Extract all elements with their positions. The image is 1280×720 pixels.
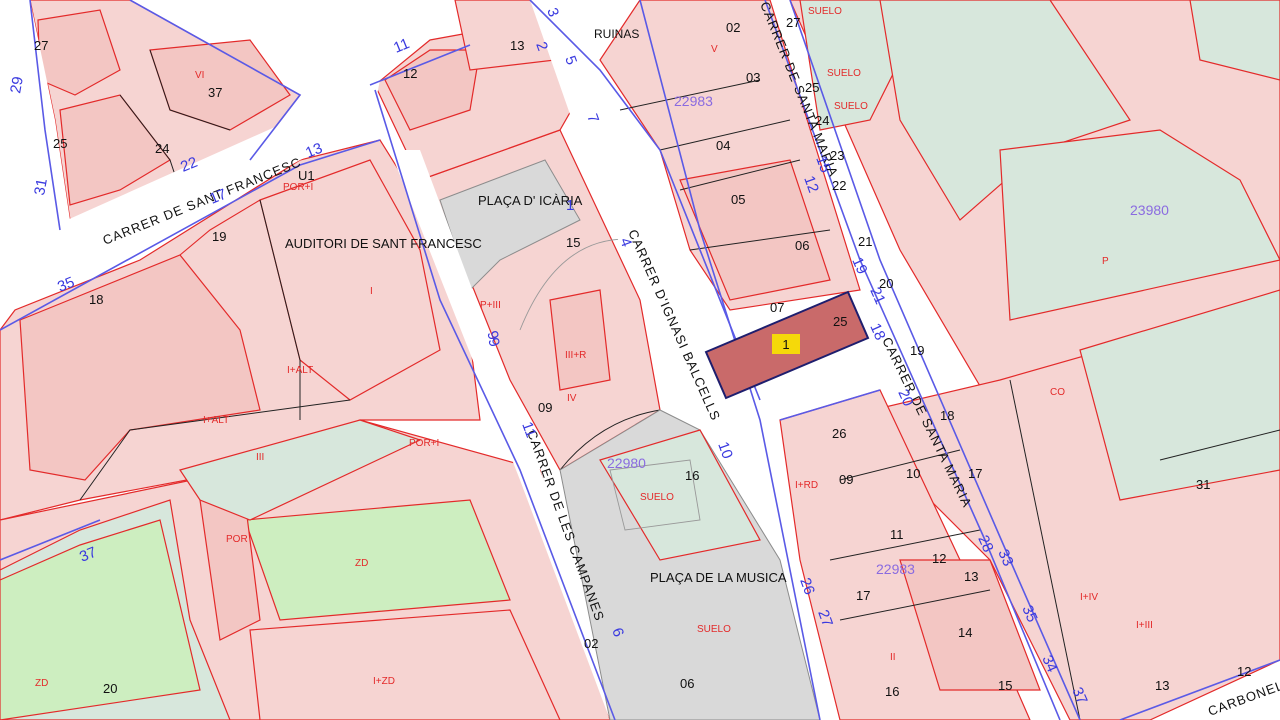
zoning-label: I+ALT [203, 415, 229, 426]
parcel-number: 23 [830, 148, 844, 163]
parcel-number: 06 [795, 238, 809, 253]
parcel-number: 19 [212, 229, 226, 244]
parcel-marker-label: 1 [782, 337, 789, 352]
parcel-number: 02 [584, 636, 598, 651]
zoning-label: CO [1050, 387, 1065, 398]
parcel-number: 19 [910, 343, 924, 358]
block-code: 23980 [1130, 202, 1169, 218]
parcel-number: 27 [34, 38, 48, 53]
zoning-label: P+III [480, 300, 501, 311]
zoning-label: SUELO [808, 6, 842, 17]
parcel-number: 03 [746, 70, 760, 85]
zoning-label: POR+I [409, 438, 439, 449]
parcel-small[interactable] [549, 289, 611, 391]
parcel-number: 15 [998, 678, 1012, 693]
parcel-number: 24 [815, 113, 829, 128]
zoning-label: I+III [1136, 620, 1153, 631]
place-label-placa-musica: PLAÇA DE LA MUSICA [650, 570, 787, 585]
zoning-label: I+ZD [373, 676, 395, 687]
parcel-number: 11 [890, 527, 904, 542]
parcel-number: 25 [833, 314, 847, 329]
parcel-number: 16 [885, 684, 899, 699]
parcel-number: 07 [770, 300, 784, 315]
zoning-label: I+ALT [287, 365, 313, 376]
parcel-number: 25 [53, 136, 67, 151]
parcel-i-zd[interactable] [249, 609, 561, 720]
zoning-label: III [256, 452, 264, 463]
parcel-number: 09 [839, 472, 853, 487]
place-label-auditori: AUDITORI DE SANT FRANCESC [285, 236, 482, 251]
block-code: 22983 [674, 93, 713, 109]
zoning-label: I+IV [1080, 592, 1098, 603]
parcel-number: 12 [403, 66, 417, 81]
parcel-number: U1 [298, 168, 315, 183]
zoning-label: IV [567, 393, 577, 404]
parcel-number: 22 [832, 178, 846, 193]
parcel-number: 12 [932, 551, 946, 566]
parcel-number: 12 [1237, 664, 1251, 679]
parcel-number: 04 [716, 138, 730, 153]
block-code: 22980 [607, 455, 646, 471]
zoning-label: V [711, 44, 718, 55]
parcel-number: 18 [940, 408, 954, 423]
parcel-number: 05 [731, 192, 745, 207]
zone-zd[interactable] [244, 499, 511, 621]
cadastral-map[interactable]: 1 CARRER DE SANT FRANCESC CARRER D'IGNAS… [0, 0, 1280, 720]
parcel-number: 13 [1155, 678, 1169, 693]
zoning-label: P [1102, 256, 1109, 267]
zoning-label: III+R [565, 350, 586, 361]
parcel-number: 20 [103, 681, 117, 696]
parcel-number: 16 [685, 468, 699, 483]
parcel-number: 25 [805, 80, 819, 95]
parcel-number: 31 [1196, 477, 1210, 492]
block-code: 22983 [876, 561, 915, 577]
street-number: 31 [31, 177, 51, 196]
zoning-label: VI [195, 70, 204, 81]
parcel-number: 17 [856, 588, 870, 603]
parcel-number: 15 [566, 235, 580, 250]
parcel-number: 26 [832, 426, 846, 441]
parcel-number: 09 [538, 400, 552, 415]
parcel-number: 21 [858, 234, 872, 249]
parcel-number: 13 [510, 38, 524, 53]
zoning-label: ZD [35, 678, 48, 689]
zoning-label: SUELO [834, 101, 868, 112]
parcel-number: 06 [680, 676, 694, 691]
parcel-number: 02 [726, 20, 740, 35]
parcel-number: 18 [89, 292, 103, 307]
parcel-number: 27 [786, 15, 800, 30]
street-number: 1 [566, 197, 574, 214]
zoning-label: II [890, 652, 896, 663]
zoning-label: POR [226, 534, 248, 545]
zoning-label: RUINAS [594, 27, 639, 41]
zoning-label: SUELO [640, 492, 674, 503]
zoning-label: SUELO [827, 68, 861, 79]
parcel-number: 37 [208, 85, 222, 100]
parcel-number: 14 [958, 625, 972, 640]
zoning-label: POR+I [283, 182, 313, 193]
zoning-label: I [370, 286, 373, 297]
parcel-number: 24 [155, 141, 169, 156]
parcel-number: 13 [964, 569, 978, 584]
zoning-label: SUELO [697, 624, 731, 635]
zoning-label: I+RD [795, 480, 818, 491]
parcel-number: 10 [906, 466, 920, 481]
street-number: 29 [7, 75, 27, 94]
zoning-label: ZD [355, 558, 368, 569]
parcel-number: 17 [968, 466, 982, 481]
